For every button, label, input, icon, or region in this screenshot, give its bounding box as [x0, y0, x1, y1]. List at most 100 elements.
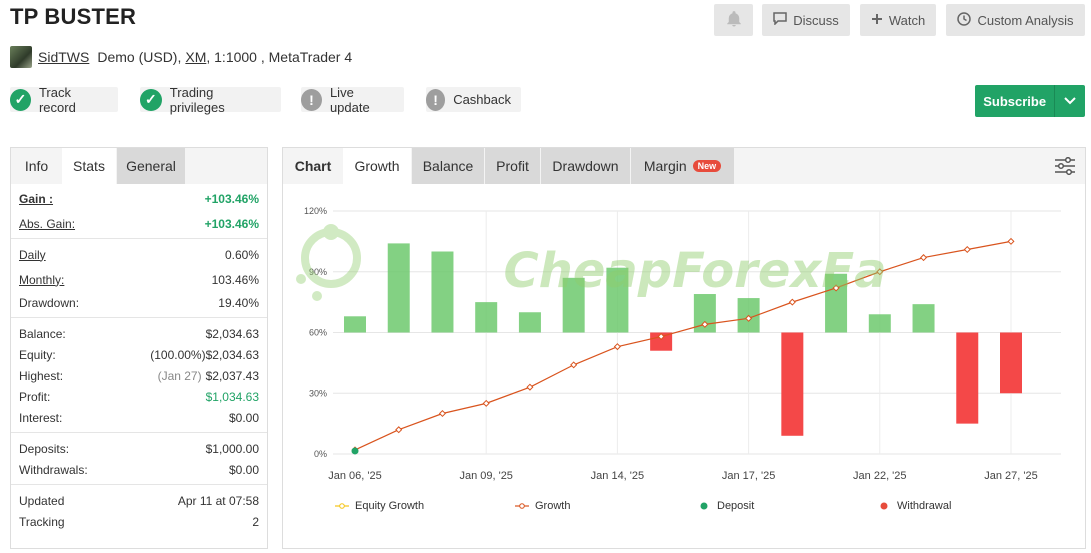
tab-balance[interactable]: Balance: [412, 148, 484, 184]
stat-withdrawals: Withdrawals: $0.00: [11, 459, 267, 480]
growth-point: [1007, 237, 1015, 245]
legend-label: Withdrawal: [897, 500, 952, 512]
legend-withdrawal[interactable]: Withdrawal: [877, 500, 951, 512]
chart-bar: [387, 243, 410, 333]
divider: [11, 484, 267, 485]
stat-label: Highest:: [19, 368, 64, 383]
stat-value: $1,000.00: [205, 441, 259, 456]
stat-label[interactable]: Monthly:: [19, 273, 64, 287]
badge-live-update[interactable]: ! Live update: [301, 84, 404, 115]
badge-label: Cashback: [453, 92, 511, 107]
growth-point: [963, 245, 971, 254]
badge-trading-privileges[interactable]: ✓ Trading privileges: [140, 84, 281, 115]
stat-label: Profit:: [19, 389, 51, 404]
deposit-point: [351, 447, 359, 455]
chart-bar: [518, 312, 541, 333]
equity-percent: (100.00%): [150, 347, 206, 362]
stat-value: $2,034.63: [205, 326, 259, 341]
badge-cashback[interactable]: ! Cashback: [426, 87, 521, 112]
tab-info[interactable]: Info: [11, 148, 62, 184]
highest-date: (Jan 27): [157, 368, 202, 383]
stat-value: $0.00: [228, 462, 259, 477]
watch-button[interactable]: Watch: [860, 4, 936, 36]
y-tick-label: 30%: [309, 388, 327, 398]
growth-point: [570, 361, 578, 369]
account-type: Demo (USD),: [97, 49, 182, 65]
stat-value: $0.00: [228, 410, 259, 425]
custom-analysis-button[interactable]: Custom Analysis: [946, 4, 1085, 36]
comment-icon: [773, 12, 793, 28]
stat-label: Equity:: [19, 347, 56, 362]
stats-list: Gain : +103.46% Abs. Gain: +103.46% Dail…: [11, 184, 267, 532]
legend-growth[interactable]: Growth: [515, 500, 570, 512]
stat-value: 19.40%: [218, 295, 259, 310]
notify-button[interactable]: [714, 4, 753, 36]
watermark: CheapForexEa: [503, 243, 886, 299]
tab-growth[interactable]: Growth: [343, 148, 411, 184]
stat-label[interactable]: Daily: [19, 248, 46, 262]
x-tick-label: Jan 06, '25: [328, 470, 381, 482]
check-icon: ✓: [10, 88, 31, 111]
settings-sliders-icon[interactable]: [1045, 148, 1085, 184]
tab-drawdown[interactable]: Drawdown: [541, 148, 630, 184]
stat-label: Balance:: [19, 326, 66, 341]
stat-value: $2,034.63: [205, 347, 259, 362]
legend-label: Deposit: [717, 500, 755, 512]
chevron-down-icon[interactable]: [1054, 85, 1085, 117]
chart-bar: [475, 302, 498, 333]
stat-label[interactable]: Gain :: [19, 192, 53, 206]
divider: [11, 317, 267, 318]
growth-point: [613, 343, 621, 351]
avatar[interactable]: [10, 46, 32, 68]
legend-deposit[interactable]: Deposit: [697, 500, 754, 512]
x-tick-label: Jan 27, '25: [984, 470, 1037, 482]
broker-link[interactable]: XM: [185, 49, 206, 65]
chart-tabs: Chart Growth Balance Profit Drawdown Mar…: [283, 148, 1085, 184]
badge-label: Trading privileges: [169, 84, 225, 115]
tab-profit[interactable]: Profit: [485, 148, 540, 184]
user-link[interactable]: SidTWS: [38, 49, 89, 65]
watermark-logo: [296, 224, 361, 301]
badge-label: Track record: [38, 84, 76, 115]
stat-gain: Gain : +103.46%: [11, 188, 267, 209]
stat-value: +103.46%: [204, 216, 259, 231]
tab-margin[interactable]: Margin New: [631, 148, 734, 184]
growth-point: [482, 399, 490, 407]
account-info: SidTWS Demo (USD), XM , 1:1000 , MetaTra…: [10, 46, 352, 68]
subscribe-button[interactable]: Subscribe: [975, 85, 1085, 117]
stat-updated: Updated Apr 11 at 07:58: [11, 490, 267, 511]
chart-panel: Chart Growth Balance Profit Drawdown Mar…: [282, 147, 1086, 549]
badge-track-record[interactable]: ✓ Track record: [10, 84, 118, 115]
tab-general[interactable]: General: [117, 148, 185, 184]
stat-monthly: Monthly: 103.46%: [11, 269, 267, 290]
legend-equity-growth[interactable]: Equity Growth: [335, 500, 424, 512]
stat-value: Apr 11 at 07:58: [177, 493, 259, 508]
x-tick-label: Jan 22, '25: [853, 470, 906, 482]
growth-point: [919, 254, 928, 262]
stat-label: Tracking: [19, 514, 65, 529]
tab-stats[interactable]: Stats: [62, 148, 116, 184]
stat-deposits: Deposits: $1,000.00: [11, 438, 267, 459]
discuss-button[interactable]: Discuss: [762, 4, 850, 36]
legend-label: Equity Growth: [355, 500, 425, 512]
growth-point: [395, 426, 403, 434]
divider: [11, 238, 267, 239]
discuss-label: Discuss: [793, 12, 839, 28]
growth-point: [788, 298, 796, 306]
new-badge: New: [692, 160, 722, 172]
chart-bar: [912, 304, 935, 333]
y-tick-label: 0%: [314, 449, 327, 459]
chart-bar: [956, 332, 979, 424]
y-tick-label: 60%: [309, 328, 327, 338]
stat-label: Deposits:: [19, 441, 70, 456]
x-tick-label: Jan 14, '25: [591, 470, 644, 482]
clock-icon: [957, 11, 977, 29]
stat-label: Drawdown:: [19, 295, 80, 310]
stat-equity: Equity: (100.00%)$2,034.63: [11, 344, 267, 365]
stats-tabs: Info Stats General: [11, 148, 267, 184]
chart-x-axis: Jan 06, '25 Jan 09, '25 Jan 14, '25 Jan 17,…: [328, 470, 1037, 482]
badge-label: Live update: [329, 84, 370, 115]
divider: [11, 432, 267, 433]
chart-bar: [868, 314, 891, 333]
stat-label[interactable]: Abs. Gain:: [19, 217, 75, 231]
